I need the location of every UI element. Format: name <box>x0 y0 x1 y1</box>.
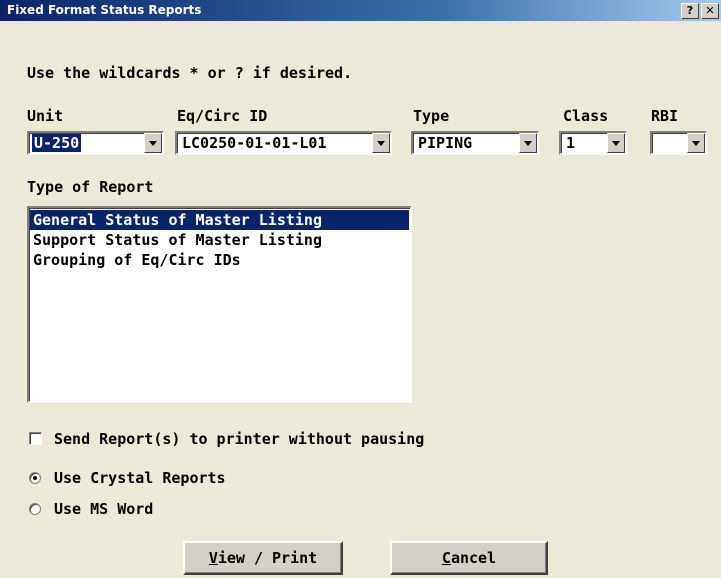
view-print-label: iew / Print <box>217 549 318 567</box>
help-icon[interactable]: ? <box>681 3 699 19</box>
cancel-button[interactable]: Cancel <box>390 541 548 575</box>
chevron-down-icon[interactable] <box>687 133 705 153</box>
report-type-label: Type of Report <box>27 178 154 196</box>
class-dropdown[interactable]: 1 <box>559 131 627 155</box>
chevron-down-icon[interactable] <box>519 133 537 153</box>
list-item[interactable]: Support Status of Master Listing <box>30 230 409 250</box>
chevron-down-icon[interactable] <box>144 133 162 153</box>
send-to-printer-checkbox[interactable] <box>29 432 42 445</box>
unit-label: Unit <box>27 107 64 125</box>
type-dropdown[interactable]: PIPING <box>411 131 539 155</box>
rbi-label: RBI <box>651 107 679 125</box>
crystal-reports-radio[interactable] <box>29 472 41 484</box>
list-item[interactable]: General Status of Master Listing <box>30 210 409 230</box>
rbi-value <box>655 134 659 152</box>
title-bar: Fixed Format Status Reports ? ✕ <box>0 0 721 21</box>
cancel-label: ancel <box>450 549 497 567</box>
send-to-printer-label[interactable]: Send Report(s) to printer without pausin… <box>54 430 424 448</box>
ms-word-radio[interactable] <box>29 503 41 515</box>
close-icon[interactable]: ✕ <box>701 3 719 19</box>
list-item[interactable]: Grouping of Eq/Circ IDs <box>30 250 409 270</box>
class-value: 1 <box>566 134 576 152</box>
view-print-accel: V <box>208 549 218 567</box>
unit-value: U-250 <box>32 134 82 152</box>
chevron-down-icon[interactable] <box>372 133 390 153</box>
class-label: Class <box>563 107 609 125</box>
chevron-down-icon[interactable] <box>607 133 625 153</box>
instructions-text: Use the wildcards * or ? if desired. <box>27 64 353 82</box>
type-value: PIPING <box>418 134 473 152</box>
view-print-button[interactable]: View / Print <box>183 541 343 575</box>
eq-circ-id-dropdown[interactable]: LC0250-01-01-L01 <box>175 131 392 155</box>
cancel-accel: C <box>441 549 451 567</box>
window-title: Fixed Format Status Reports <box>7 3 202 17</box>
type-label: Type <box>413 107 450 125</box>
eq-circ-id-value: LC0250-01-01-L01 <box>182 134 327 152</box>
eq-circ-id-label: Eq/Circ ID <box>177 107 268 125</box>
report-type-list[interactable]: General Status of Master Listing Support… <box>27 206 412 403</box>
rbi-dropdown[interactable] <box>650 131 707 155</box>
crystal-reports-label[interactable]: Use Crystal Reports <box>54 469 226 487</box>
unit-dropdown[interactable]: U-250 <box>27 131 164 155</box>
ms-word-label[interactable]: Use MS Word <box>54 500 153 518</box>
